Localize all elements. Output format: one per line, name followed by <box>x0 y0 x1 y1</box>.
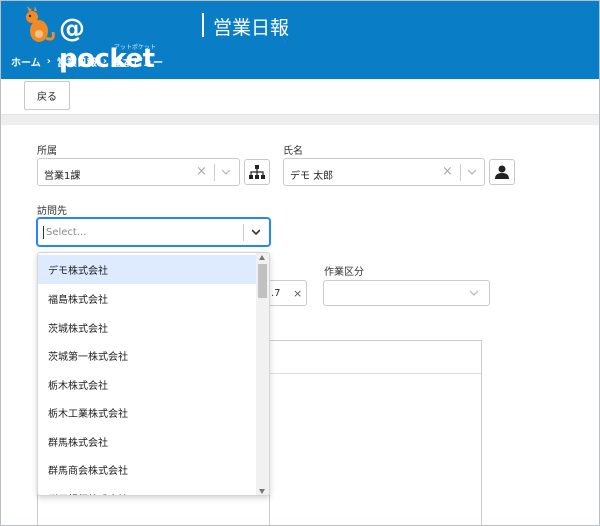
scroll-up-icon[interactable] <box>259 255 265 260</box>
clear-icon[interactable]: × <box>442 164 453 179</box>
visit-dropdown-menu: デモ株式会社 福島株式会社 茨城株式会社 茨城第一株式会社 栃木株式会社 栃木工… <box>37 252 270 496</box>
breadcrumb-separator-icon: › <box>102 56 107 67</box>
department-select[interactable]: 営業1課 × <box>37 158 240 186</box>
work-type-select[interactable] <box>323 280 490 306</box>
name-label: 氏名 <box>283 146 303 157</box>
dropdown-option[interactable]: 茨城株式会社 <box>38 313 258 342</box>
work-type-label: 作業区分 <box>324 267 364 278</box>
clear-icon[interactable]: × <box>196 164 207 179</box>
clear-icon[interactable]: × <box>293 287 302 300</box>
back-button[interactable]: 戻る <box>24 81 70 110</box>
scroll-thumb[interactable] <box>258 264 267 298</box>
text-cursor <box>43 226 44 239</box>
chevron-down-icon[interactable] <box>470 289 478 297</box>
name-value: デモ 太郎 <box>290 171 334 182</box>
visit-select[interactable]: Select... <box>37 218 270 246</box>
kangaroo-logo-icon <box>26 6 55 42</box>
scroll-down-icon[interactable] <box>259 489 265 494</box>
breadcrumb-basic-view: 基本ビュー <box>112 58 163 69</box>
department-label: 所属 <box>37 146 57 157</box>
name-select[interactable]: デモ 太郎 × <box>283 158 485 186</box>
chevron-down-icon[interactable] <box>222 168 230 176</box>
org-chart-icon <box>249 165 265 179</box>
app-header: @ pocket アットポケット 営業日報 ホーム › 営業日報 › 基本ビュー <box>1 1 599 79</box>
dropdown-option[interactable]: デモ株式会社 <box>38 255 258 284</box>
breadcrumb-separator-icon: › <box>46 56 51 67</box>
department-value: 営業1課 <box>44 171 81 182</box>
dropdown-option[interactable]: 群馬銀行株式会社 <box>38 484 258 495</box>
app-title: 営業日報 <box>213 17 290 39</box>
logo-subtext: アットポケット <box>114 44 157 51</box>
user-icon <box>495 165 509 179</box>
org-tree-button[interactable] <box>244 159 270 185</box>
visit-label: 訪問先 <box>37 206 67 217</box>
breadcrumb: ホーム › 営業日報 › 基本ビュー <box>11 54 163 69</box>
report-textarea[interactable] <box>269 340 482 525</box>
title-divider <box>202 13 204 37</box>
panel-edge <box>37 494 38 525</box>
toolbar: 戻る <box>1 79 599 115</box>
dropdown-option[interactable]: 栃木工業株式会社 <box>38 398 258 427</box>
select-separator <box>460 164 461 181</box>
app-window: @ pocket アットポケット 営業日報 ホーム › 営業日報 › 基本ビュー… <box>0 0 600 526</box>
chevron-down-icon[interactable] <box>468 168 476 176</box>
dropdown-option[interactable]: 群馬商会株式会社 <box>38 455 258 484</box>
visit-placeholder: Select... <box>46 227 87 238</box>
user-select-button[interactable] <box>489 159 515 185</box>
section-divider <box>1 115 599 125</box>
breadcrumb-daily-report[interactable]: 営業日報 <box>57 54 97 69</box>
date-field[interactable]: .7 × <box>269 280 307 306</box>
breadcrumb-home[interactable]: ホーム <box>11 54 41 69</box>
date-value: .7 <box>271 288 281 299</box>
select-separator <box>243 224 244 241</box>
dropdown-option[interactable]: 栃木株式会社 <box>38 370 258 399</box>
dropdown-option[interactable]: 群馬株式会社 <box>38 427 258 456</box>
dropdown-option[interactable]: 福島株式会社 <box>38 284 258 313</box>
select-separator <box>214 164 215 181</box>
dropdown-scrollbar[interactable] <box>256 253 269 495</box>
dropdown-option[interactable]: 茨城第一株式会社 <box>38 341 258 370</box>
chevron-down-icon[interactable] <box>252 228 260 236</box>
logo[interactable]: @ pocket アットポケット <box>11 6 161 74</box>
textarea-toolbar <box>270 341 481 374</box>
